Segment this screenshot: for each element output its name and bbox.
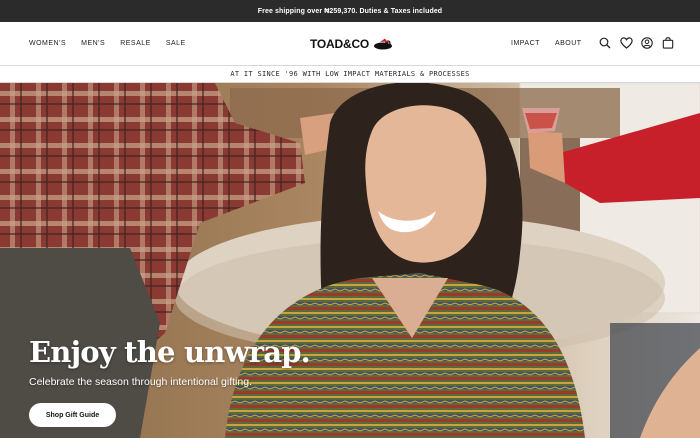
- sub-banner-text: AT IT SINCE '96 WITH LOW IMPACT MATERIAL…: [230, 70, 470, 78]
- hero-section: Enjoy the unwrap. Celebrate the season t…: [0, 83, 700, 438]
- hero-subtitle: Celebrate the season through intentional…: [29, 376, 252, 388]
- heart-icon[interactable]: [619, 36, 633, 50]
- nav-womens[interactable]: WOMEN'S: [29, 40, 66, 47]
- nav-sale[interactable]: SALE: [166, 40, 186, 47]
- promo-text: Free shipping over ₦259,370. Duties & Ta…: [257, 7, 443, 15]
- search-icon[interactable]: [598, 36, 612, 50]
- promo-bar: Free shipping over ₦259,370. Duties & Ta…: [0, 0, 700, 22]
- nav-impact[interactable]: IMPACT: [511, 40, 540, 47]
- shop-gift-guide-button[interactable]: Shop Gift Guide: [29, 403, 116, 427]
- hero-title: Enjoy the unwrap.: [29, 335, 311, 369]
- nav-resale[interactable]: RESALE: [120, 40, 151, 47]
- logo-wordmark: TOAD&CO: [310, 37, 370, 51]
- sub-banner: AT IT SINCE '96 WITH LOW IMPACT MATERIAL…: [0, 65, 700, 83]
- site-header: WOMEN'S MEN'S RESALE SALE TOAD&CO IMPACT…: [0, 22, 700, 65]
- primary-nav: WOMEN'S MEN'S RESALE SALE: [29, 22, 186, 65]
- secondary-nav: IMPACT ABOUT: [511, 22, 582, 65]
- bag-icon[interactable]: [661, 36, 675, 50]
- nav-about[interactable]: ABOUT: [555, 40, 582, 47]
- toad-logo-icon: [374, 38, 393, 50]
- nav-mens[interactable]: MEN'S: [81, 40, 105, 47]
- site-logo[interactable]: TOAD&CO: [310, 35, 394, 53]
- account-icon[interactable]: [640, 36, 654, 50]
- header-icons: [598, 36, 675, 50]
